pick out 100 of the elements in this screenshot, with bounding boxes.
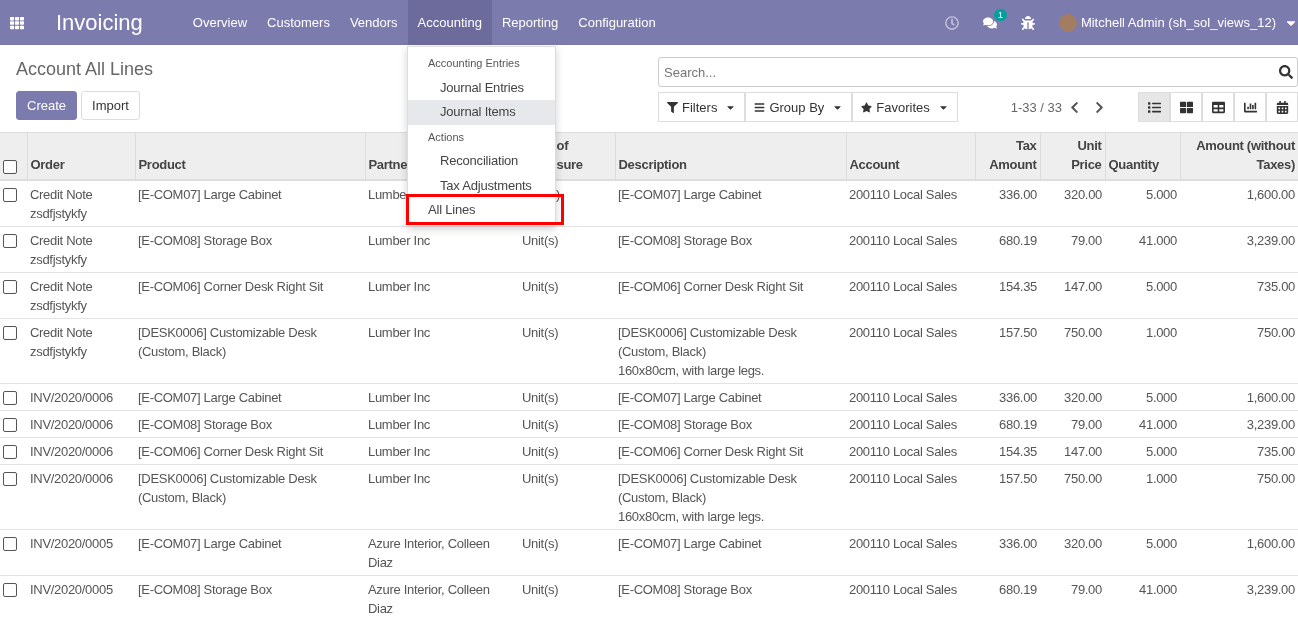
table-cell: 200110 Local Sales bbox=[846, 437, 975, 465]
apps-menu-icon[interactable] bbox=[10, 15, 24, 30]
table-cell: 154.35 bbox=[975, 272, 1040, 319]
search-icon[interactable] bbox=[1279, 65, 1293, 79]
table-cell: 157.50 bbox=[975, 318, 1040, 384]
table-cell: [E-COM06] Corner Desk Right Sit bbox=[615, 272, 846, 319]
table-cell: 750.00 bbox=[1040, 464, 1105, 530]
user-name[interactable]: Mitchell Admin (sh_sol_views_12) bbox=[1080, 15, 1276, 30]
table-cell: 200110 Local Sales bbox=[846, 272, 975, 319]
create-button[interactable]: Create bbox=[16, 91, 78, 120]
table-cell: INV/2020/0006 bbox=[27, 437, 135, 465]
menu-item[interactable]: Reporting bbox=[491, 0, 569, 45]
kanban-view-button[interactable] bbox=[1170, 92, 1202, 122]
column-header[interactable]: Product bbox=[135, 132, 365, 180]
table-cell: 200110 Local Sales bbox=[846, 575, 975, 620]
table-cell: Credit Note zsdfjstykfy bbox=[27, 318, 135, 384]
table-cell: [E-COM08] Storage Box bbox=[135, 226, 365, 273]
table-cell: 5.000 bbox=[1105, 272, 1180, 319]
row-checkbox[interactable] bbox=[3, 583, 17, 597]
table-cell: 41.000 bbox=[1105, 226, 1180, 273]
table-cell: 750.00 bbox=[1180, 464, 1298, 530]
list-icon bbox=[754, 101, 766, 113]
table-cell: 3,239.00 bbox=[1180, 575, 1298, 620]
table-cell: 5.000 bbox=[1105, 180, 1180, 227]
table-cell: 1,600.00 bbox=[1180, 383, 1298, 411]
next-icon[interactable] bbox=[1093, 100, 1106, 114]
table-cell: Azure Interior, Colleen Diaz bbox=[365, 529, 519, 576]
table-cell: Unit(s) bbox=[519, 318, 615, 384]
row-checkbox[interactable] bbox=[3, 391, 17, 405]
table-cell: 41.000 bbox=[1105, 575, 1180, 620]
row-checkbox[interactable] bbox=[3, 234, 17, 248]
table-cell: 41.000 bbox=[1105, 410, 1180, 438]
table-cell: 336.00 bbox=[975, 529, 1040, 576]
filter-dropdown-button[interactable]: Favorites bbox=[852, 92, 958, 122]
table-cell: [DESK0006] Customizable Desk (Custom, Black) bbox=[135, 318, 365, 384]
avatar bbox=[1058, 13, 1077, 32]
table-cell: 320.00 bbox=[1040, 180, 1105, 227]
column-header[interactable]: Tax Amount bbox=[975, 132, 1040, 180]
dropdown-item[interactable]: Journal Entries bbox=[408, 75, 555, 100]
menu-item[interactable]: Accounting bbox=[407, 0, 492, 45]
graph-view-button[interactable] bbox=[1234, 92, 1266, 122]
pivot-view-button[interactable] bbox=[1202, 92, 1234, 122]
row-checkbox[interactable] bbox=[3, 326, 17, 340]
previous-icon[interactable] bbox=[1068, 100, 1081, 114]
row-checkbox[interactable] bbox=[3, 418, 17, 432]
column-header[interactable]: Description bbox=[615, 132, 846, 180]
table-cell: 3,239.00 bbox=[1180, 226, 1298, 273]
table-cell: INV/2020/0006 bbox=[27, 464, 135, 530]
table-cell: 200110 Local Sales bbox=[846, 180, 975, 227]
table-cell: 147.00 bbox=[1040, 272, 1105, 319]
table-cell: 5.000 bbox=[1105, 383, 1180, 411]
star-icon bbox=[861, 101, 873, 113]
column-header[interactable]: Order bbox=[27, 132, 135, 180]
table-cell: [E-COM08] Storage Box bbox=[615, 226, 846, 273]
table-cell: [E-COM07] Large Cabinet bbox=[615, 180, 846, 227]
table-cell: 750.00 bbox=[1180, 318, 1298, 384]
table-cell: [E-COM07] Large Cabinet bbox=[615, 529, 846, 576]
filter-dropdown-button[interactable]: Group By bbox=[745, 92, 853, 122]
bug-icon[interactable] bbox=[1020, 15, 1035, 30]
table-cell: 5.000 bbox=[1105, 437, 1180, 465]
table-cell: 1,600.00 bbox=[1180, 180, 1298, 227]
row-checkbox[interactable] bbox=[3, 188, 17, 202]
table-cell: Lumber Inc bbox=[365, 272, 519, 319]
table-cell: 200110 Local Sales bbox=[846, 529, 975, 576]
table-cell: 200110 Local Sales bbox=[846, 318, 975, 384]
import-button[interactable]: Import bbox=[81, 91, 140, 120]
bar-chart-icon bbox=[1243, 100, 1257, 114]
menu-item[interactable]: Vendors bbox=[339, 0, 408, 45]
table-cell: INV/2020/0006 bbox=[27, 410, 135, 438]
column-header[interactable]: Account bbox=[846, 132, 975, 180]
list-icon bbox=[1147, 100, 1161, 114]
row-checkbox[interactable] bbox=[3, 472, 17, 486]
row-checkbox[interactable] bbox=[3, 280, 17, 294]
chat-icon[interactable] bbox=[982, 15, 997, 30]
row-checkbox[interactable] bbox=[3, 445, 17, 459]
pager-text: 1-33 / 33 bbox=[1010, 99, 1062, 115]
table-cell: 336.00 bbox=[975, 383, 1040, 411]
menu-item[interactable]: Overview bbox=[182, 0, 258, 45]
table-cell: Lumber Inc bbox=[365, 437, 519, 465]
menu-item[interactable]: Configuration bbox=[568, 0, 666, 45]
table-cell: [E-COM07] Large Cabinet bbox=[135, 383, 365, 411]
table-cell: 680.19 bbox=[975, 575, 1040, 620]
select-all-checkbox[interactable] bbox=[3, 160, 17, 174]
dropdown-item[interactable]: Journal Items bbox=[408, 100, 555, 125]
column-header[interactable]: Amount (without Taxes) bbox=[1180, 132, 1298, 180]
table-cell: INV/2020/0005 bbox=[27, 575, 135, 620]
column-header[interactable]: Quantity bbox=[1105, 132, 1180, 180]
table-cell: 1,600.00 bbox=[1180, 529, 1298, 576]
list-view-button[interactable] bbox=[1138, 92, 1170, 122]
menu-section-header: Actions bbox=[427, 129, 466, 145]
column-header[interactable]: Unit Price bbox=[1040, 132, 1105, 180]
calendar-view-button[interactable] bbox=[1266, 92, 1298, 122]
filter-dropdown-button[interactable]: Filters bbox=[658, 92, 746, 122]
row-checkbox[interactable] bbox=[3, 537, 17, 551]
table-cell: 336.00 bbox=[975, 180, 1040, 227]
search-field[interactable]: Search... bbox=[658, 57, 1298, 87]
page-title: Account All Lines bbox=[16, 59, 154, 81]
table-cell: [E-COM06] Corner Desk Right Sit bbox=[135, 272, 365, 319]
table-cell: Credit Note zsdfjstykfy bbox=[27, 226, 135, 273]
menu-item[interactable]: Customers bbox=[257, 0, 340, 45]
